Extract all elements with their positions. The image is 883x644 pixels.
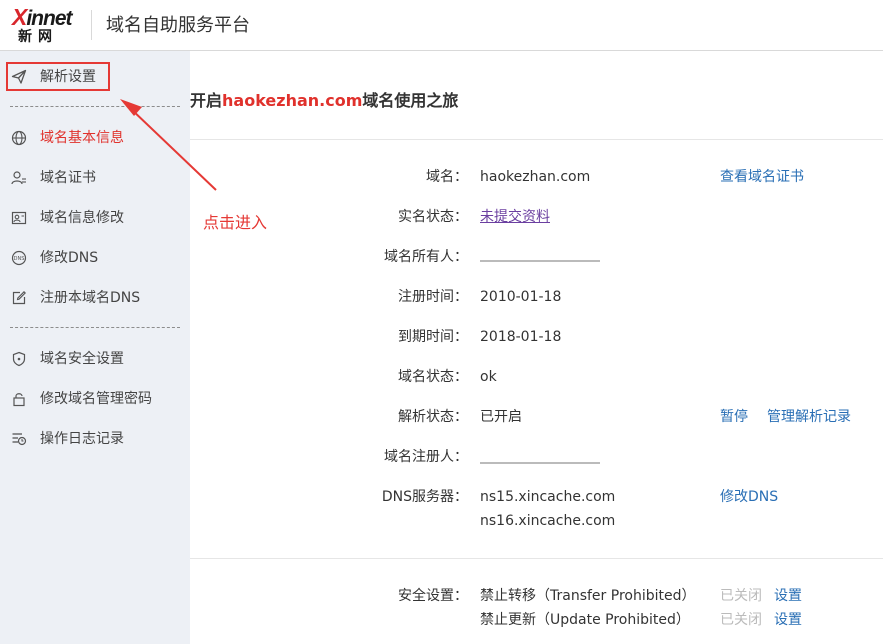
sidebar-item-label: 注册本域名DNS xyxy=(40,290,141,306)
sidebar-item-modify-dns[interactable]: DNS 修改DNS xyxy=(0,238,190,278)
sidebar-item-operation-log[interactable]: 操作日志记录 xyxy=(0,419,190,459)
security-transfer-prohibited: 禁止转移（Transfer Prohibited） xyxy=(480,588,696,604)
title-domain: haokezhan.com xyxy=(222,91,363,110)
log-icon xyxy=(12,433,27,446)
sidebar-item-label: 操作日志记录 xyxy=(40,431,124,447)
row-value-resolve-status: 已开启 xyxy=(480,409,522,425)
sidebar-item-label: 修改DNS xyxy=(40,250,99,266)
globe-icon xyxy=(11,130,27,146)
row-label-reg-date: 注册时间： xyxy=(398,289,468,305)
dns-icon: DNS xyxy=(11,250,27,266)
page-title: 域名自助服务平台 xyxy=(106,15,250,36)
logo-mark: Xinnet xyxy=(12,4,73,30)
row-label-resolve-status: 解析状态： xyxy=(398,409,468,425)
row-label-realname: 实名状态： xyxy=(398,209,468,225)
transfer-status: 已关闭 xyxy=(720,588,762,604)
section-divider xyxy=(190,558,883,559)
row-label-dns-servers: DNS服务器： xyxy=(381,489,468,505)
view-cert-link[interactable]: 查看域名证书 xyxy=(720,167,804,187)
svg-text:DNS: DNS xyxy=(14,256,25,262)
row-label-registrant: 域名注册人： xyxy=(384,449,468,465)
dns-server-1: ns15.xincache.com xyxy=(480,489,616,505)
row-label-security: 安全设置： xyxy=(398,588,468,604)
dns-server-2: ns16.xincache.com xyxy=(480,513,616,529)
row-value-exp-date: 2018-01-18 xyxy=(480,329,562,345)
update-settings-link[interactable]: 设置 xyxy=(774,610,802,630)
xinnet-logo[interactable]: Xinnet 新网 xyxy=(12,6,82,46)
sidebar-divider xyxy=(10,106,180,107)
edit-icon xyxy=(12,291,26,305)
realname-status-link[interactable]: 未提交资料 xyxy=(480,207,550,227)
manage-records-link[interactable]: 管理解析记录 xyxy=(767,407,851,427)
pause-link[interactable]: 暂停 xyxy=(720,407,748,427)
security-update-prohibited: 禁止更新（Update Prohibited） xyxy=(480,612,690,628)
redacted-registrant xyxy=(480,462,600,464)
row-value-domain-status: ok xyxy=(480,369,497,385)
sidebar-divider xyxy=(10,327,180,328)
sidebar-item-label: 域名信息修改 xyxy=(40,210,124,226)
top-header: Xinnet 新网 域名自助服务平台 xyxy=(0,0,883,51)
sidebar-item-domain-info[interactable]: 域名基本信息 xyxy=(0,118,190,158)
sidebar-item-register-dns[interactable]: 注册本域名DNS xyxy=(0,278,190,318)
sidebar-item-label: 域名安全设置 xyxy=(40,351,124,367)
main-title: 开启haokezhan.com域名使用之旅 xyxy=(190,91,459,110)
row-label-domain-status: 域名状态： xyxy=(398,369,468,385)
user-cert-icon xyxy=(11,171,26,185)
redacted-owner xyxy=(480,260,600,262)
shield-icon xyxy=(12,351,26,367)
row-value-reg-date: 2010-01-18 xyxy=(480,289,562,305)
logo-sub: 新网 xyxy=(18,29,58,45)
lock-icon xyxy=(13,393,25,407)
annotation-text: 点击进入 xyxy=(203,213,268,232)
sidebar-item-label: 域名证书 xyxy=(40,170,96,186)
header-divider xyxy=(91,10,92,40)
row-value-domain: haokezhan.com xyxy=(480,169,591,185)
id-card-icon xyxy=(11,211,27,225)
sidebar-item-label: 修改域名管理密码 xyxy=(40,391,152,407)
sidebar-item-domain-info-edit[interactable]: 域名信息修改 xyxy=(0,198,190,238)
modify-dns-link[interactable]: 修改DNS xyxy=(720,487,778,507)
update-status: 已关闭 xyxy=(720,612,762,628)
row-label-domain: 域名： xyxy=(426,169,468,185)
sidebar-item-security[interactable]: 域名安全设置 xyxy=(0,339,190,379)
row-label-exp-date: 到期时间： xyxy=(398,329,468,345)
section-divider xyxy=(190,139,883,140)
sidebar-item-label: 域名基本信息 xyxy=(40,130,124,146)
highlight-box xyxy=(6,62,110,91)
row-label-owner: 域名所有人： xyxy=(384,249,468,265)
sidebar-item-change-password[interactable]: 修改域名管理密码 xyxy=(0,379,190,419)
sidebar-item-domain-cert[interactable]: 域名证书 xyxy=(0,158,190,198)
transfer-settings-link[interactable]: 设置 xyxy=(774,586,802,606)
